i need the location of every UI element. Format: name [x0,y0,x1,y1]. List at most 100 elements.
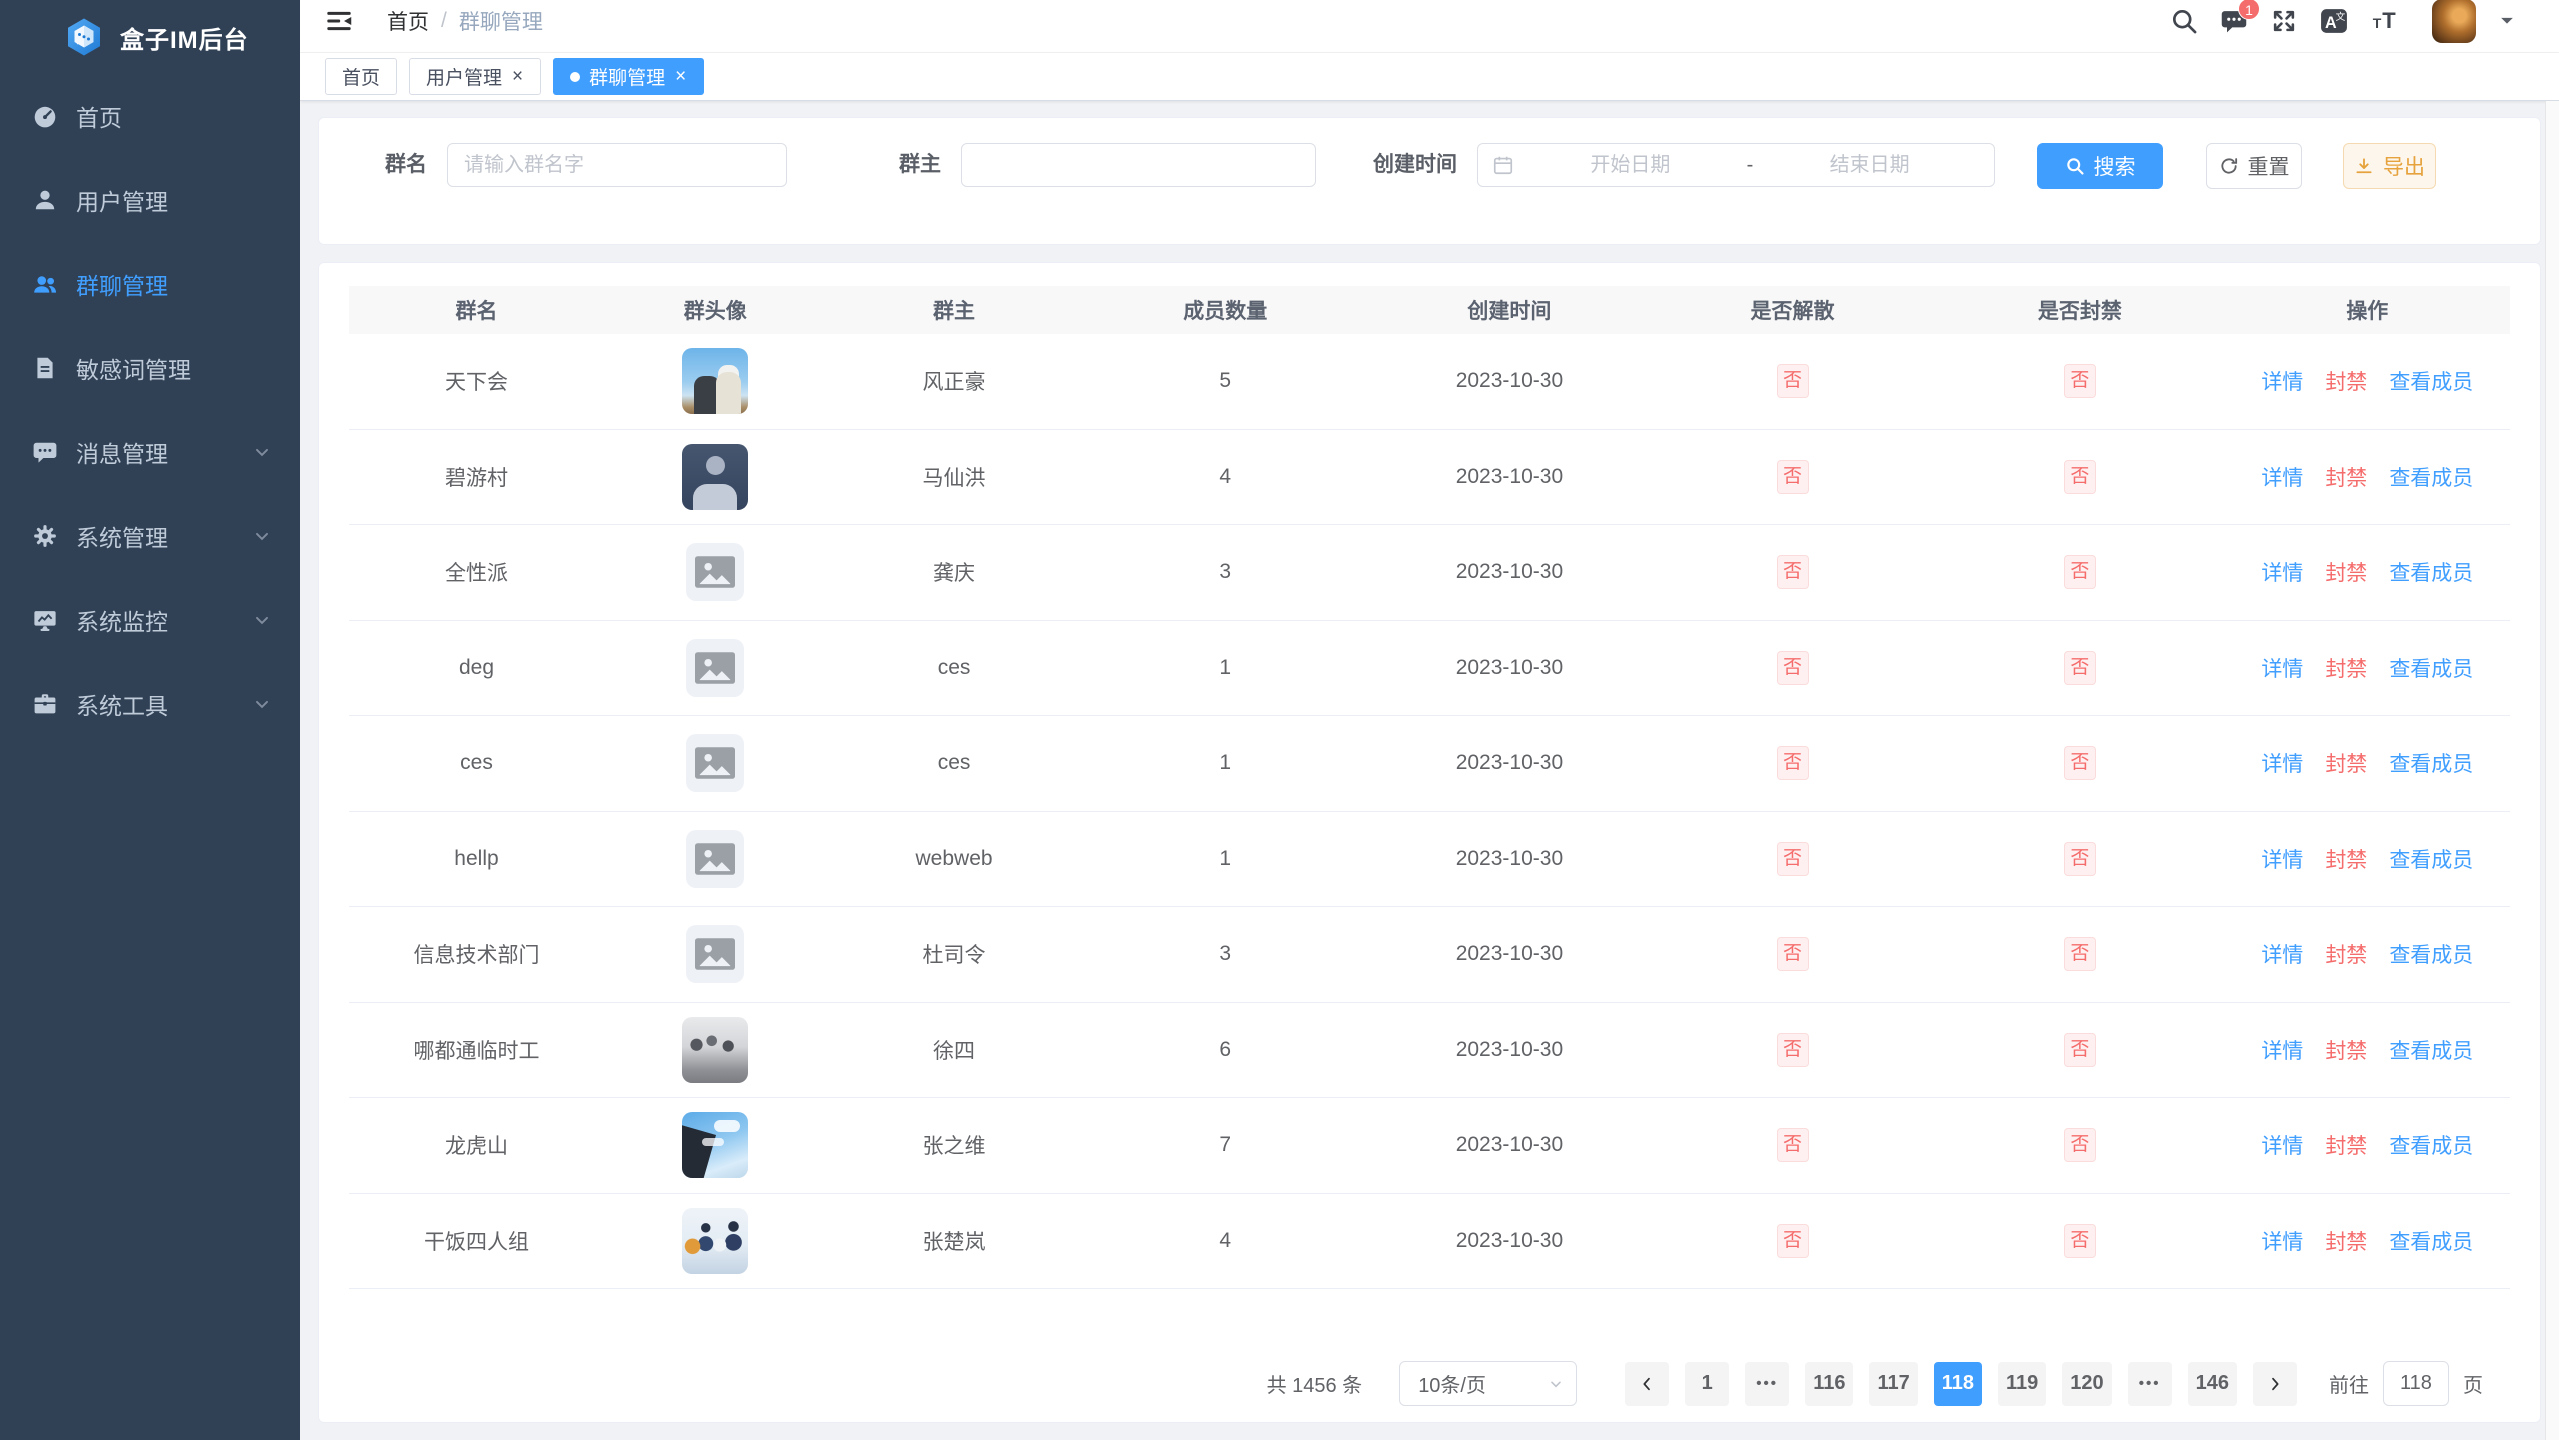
next-page-button[interactable] [2253,1362,2297,1406]
search-button[interactable]: 搜索 [2037,143,2163,189]
view-members-link[interactable]: 查看成员 [2389,653,2473,683]
ban-link[interactable]: 封禁 [2325,653,2367,683]
member-count-cell: 3 [1082,560,1369,584]
goto-page-input[interactable] [2383,1361,2449,1406]
tab-label: 首页 [342,63,380,90]
banned-badge: 否 [2064,842,2096,876]
detail-link[interactable]: 详情 [2261,1035,2303,1065]
close-icon[interactable]: × [674,67,687,86]
dissolved-cell: 否 [1650,842,1935,876]
view-members-link[interactable]: 查看成员 [2389,1130,2473,1160]
detail-link[interactable]: 详情 [2261,653,2303,683]
search-icon[interactable] [2170,7,2198,35]
detail-link[interactable]: 详情 [2261,462,2303,492]
tab-home[interactable]: 首页 [325,58,397,95]
detail-link[interactable]: 详情 [2261,557,2303,587]
date-end-input[interactable] [1759,154,1980,177]
page-size-select[interactable]: 10条/页 [1399,1361,1577,1406]
detail-link[interactable]: 详情 [2261,366,2303,396]
caret-down-icon[interactable] [2500,16,2514,26]
member-count-cell: 4 [1082,1229,1369,1253]
sidebar-item-message-management[interactable]: 消息管理 [0,410,300,494]
view-members-link[interactable]: 查看成员 [2389,366,2473,396]
detail-link[interactable]: 详情 [2261,1130,2303,1160]
actions-cell: 详情 封禁 查看成员 [2225,939,2510,969]
ban-link[interactable]: 封禁 [2325,1130,2367,1160]
view-members-link[interactable]: 查看成员 [2389,462,2473,492]
breadcrumb-home[interactable]: 首页 [387,6,429,36]
ban-link[interactable]: 封禁 [2325,844,2367,874]
banned-badge: 否 [2064,555,2096,589]
reset-button[interactable]: 重置 [2206,143,2302,189]
sidebar-item-sensitive-words[interactable]: 敏感词管理 [0,326,300,410]
sidebar-item-system-tools[interactable]: 系统工具 [0,662,300,746]
sidebar-item-system-monitor[interactable]: 系统监控 [0,578,300,662]
close-icon[interactable]: × [511,67,524,86]
sidebar-item-group-chat-management[interactable]: 群聊管理 [0,242,300,326]
page-ellipsis[interactable]: ••• [1745,1362,1789,1406]
page-button-146[interactable]: 146 [2188,1362,2237,1406]
page-button-120[interactable]: 120 [2062,1362,2111,1406]
page-button-117[interactable]: 117 [1869,1362,1917,1406]
detail-link[interactable]: 详情 [2261,939,2303,969]
ban-link[interactable]: 封禁 [2325,748,2367,778]
page-button-1[interactable]: 1 [1685,1362,1729,1406]
owner-cell: ces [827,656,1082,680]
export-button-label: 导出 [2383,151,2425,181]
detail-link[interactable]: 详情 [2261,844,2303,874]
actions-cell: 详情 封禁 查看成员 [2225,557,2510,587]
export-button[interactable]: 导出 [2343,143,2436,189]
ban-link[interactable]: 封禁 [2325,462,2367,492]
hamburger-button[interactable] [325,7,353,35]
detail-link[interactable]: 详情 [2261,748,2303,778]
sidebar-item-label: 群聊管理 [76,267,168,301]
ban-link[interactable]: 封禁 [2325,1226,2367,1256]
sidebar-item-system-management[interactable]: 系统管理 [0,494,300,578]
view-members-link[interactable]: 查看成员 [2389,939,2473,969]
ban-link[interactable]: 封禁 [2325,557,2367,587]
banned-cell: 否 [1935,555,2225,589]
view-members-link[interactable]: 查看成员 [2389,748,2473,778]
translate-icon[interactable]: A 文 [2320,7,2348,35]
sidebar-item-label: 系统管理 [76,519,168,553]
font-size-icon[interactable]: T T [2370,7,2402,35]
detail-link[interactable]: 详情 [2261,1226,2303,1256]
page-button-118[interactable]: 118 [1934,1362,1982,1406]
breadcrumb-separator: / [441,9,447,33]
banned-badge: 否 [2064,937,2096,971]
ban-link[interactable]: 封禁 [2325,1035,2367,1065]
pagination: 共 1456 条 10条/页 1•••116117118119120•••146… [1267,1361,2483,1406]
page-button-119[interactable]: 119 [1998,1362,2046,1406]
svg-text:T: T [2373,15,2382,31]
view-members-link[interactable]: 查看成员 [2389,557,2473,587]
group-avatar-cell [604,1017,827,1083]
sidebar-item-label: 用户管理 [76,183,168,217]
table-row: 哪都通临时工 徐四 6 2023-10-30 否 否 详情 封禁 查看成员 [349,1003,2510,1099]
app-logo[interactable]: 盒子IM后台 [0,0,300,74]
actions-cell: 详情 封禁 查看成员 [2225,366,2510,396]
tab-group-management[interactable]: 群聊管理 × [553,58,704,95]
member-count-cell: 1 [1082,751,1369,775]
date-range-input[interactable]: - [1477,143,1995,187]
page-ellipsis[interactable]: ••• [2128,1362,2172,1406]
sidebar-item-user-management[interactable]: 用户管理 [0,158,300,242]
messages-icon[interactable]: 1 [2220,7,2248,35]
dissolved-cell: 否 [1650,364,1935,398]
fullscreen-icon[interactable] [2270,7,2298,35]
tab-user-management[interactable]: 用户管理 × [409,58,541,95]
page-button-116[interactable]: 116 [1805,1362,1853,1406]
ban-link[interactable]: 封禁 [2325,939,2367,969]
owner-cell: 徐四 [827,1035,1082,1065]
group-name-input[interactable] [447,143,787,187]
view-members-link[interactable]: 查看成员 [2389,1035,2473,1065]
user-avatar[interactable] [2432,0,2476,43]
view-members-link[interactable]: 查看成员 [2389,844,2473,874]
prev-page-button[interactable] [1625,1362,1669,1406]
sidebar-item-home[interactable]: 首页 [0,74,300,158]
view-members-link[interactable]: 查看成员 [2389,1226,2473,1256]
scrollbar-track[interactable] [2545,101,2559,1440]
ban-link[interactable]: 封禁 [2325,366,2367,396]
group-name-cell: 碧游村 [349,462,604,492]
date-start-input[interactable] [1520,154,1741,177]
owner-input[interactable] [961,143,1316,187]
